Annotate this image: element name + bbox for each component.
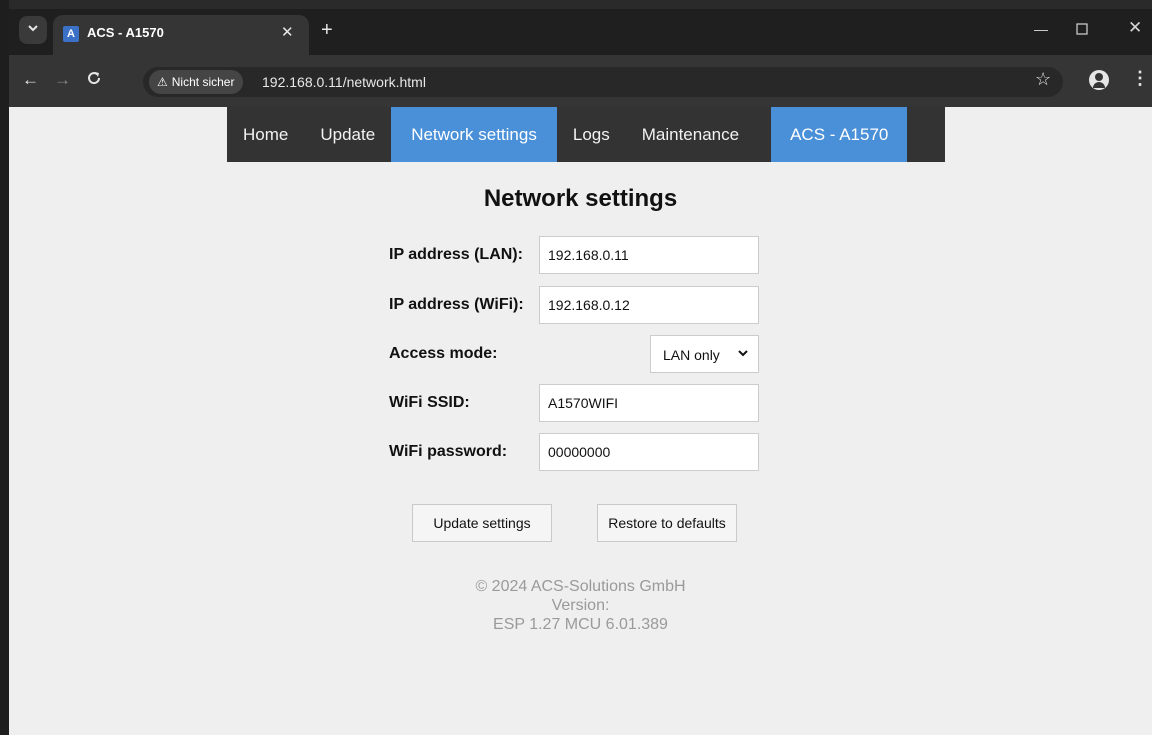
version-label: Version: (551, 597, 610, 614)
wifi-ssid-row: WiFi SSID: (389, 384, 761, 422)
security-chip[interactable]: ⚠ Nicht sicher (149, 70, 244, 94)
chevron-down-icon (737, 346, 749, 362)
ip-lan-label: IP address (LAN): (389, 246, 523, 263)
warning-icon: ⚠ (157, 75, 168, 89)
restore-defaults-button[interactable]: Restore to defaults (597, 504, 737, 542)
version-value: ESP 1.27 MCU 6.01.389 (493, 616, 668, 633)
chevron-down-icon (27, 21, 39, 39)
close-icon[interactable]: ✕ (281, 23, 294, 41)
profile-icon[interactable] (1089, 70, 1109, 90)
update-settings-button[interactable]: Update settings (412, 504, 552, 542)
security-label: Nicht sicher (171, 75, 235, 89)
access-mode-row: Access mode: LAN only (389, 335, 761, 373)
minimize-icon[interactable]: — (1034, 21, 1048, 37)
nav-home[interactable]: Home (227, 107, 304, 162)
page-title: Network settings (483, 185, 678, 212)
back-arrow-icon[interactable]: ← (22, 70, 39, 90)
wifi-password-row: WiFi password: (389, 433, 761, 471)
reload-icon[interactable] (86, 70, 102, 91)
page-viewport: Home Update Network settings Logs Mainte… (9, 107, 1152, 735)
browser-toolbar: ← → ⚠ Nicht sicher 192.168.0.11/network.… (9, 55, 1152, 107)
tab-title: ACS - A1570 (87, 25, 164, 40)
access-mode-label: Access mode: (389, 345, 498, 362)
nav-network-settings[interactable]: Network settings (391, 107, 557, 162)
plus-icon[interactable]: + (321, 19, 333, 42)
wifi-ssid-label: WiFi SSID: (389, 394, 470, 411)
nav-update[interactable]: Update (304, 107, 391, 162)
nav-brand[interactable]: ACS - A1570 (771, 107, 908, 162)
tab-search-button[interactable] (19, 16, 47, 44)
copyright-text: © 2024 ACS-Solutions GmbH (475, 578, 686, 595)
nav-logs[interactable]: Logs (557, 107, 626, 162)
forward-arrow-icon[interactable]: → (54, 70, 71, 90)
address-bar[interactable]: ⚠ Nicht sicher 192.168.0.11/network.html (143, 67, 1063, 97)
favicon-icon: A (63, 26, 79, 42)
url-text[interactable]: 192.168.0.11/network.html (262, 74, 426, 90)
access-mode-value: LAN only (663, 347, 720, 363)
ip-wifi-input[interactable] (539, 286, 759, 324)
wifi-password-input[interactable] (539, 433, 759, 471)
top-navigation: Home Update Network settings Logs Mainte… (227, 107, 945, 162)
tab-strip: A ACS - A1570 ✕ + — ✕ (9, 9, 1152, 55)
ip-wifi-label: IP address (WiFi): (389, 296, 524, 313)
window-close-icon[interactable]: ✕ (1128, 18, 1142, 38)
star-icon[interactable]: ☆ (1035, 69, 1051, 90)
kebab-menu-icon[interactable]: ⋮ (1131, 68, 1149, 89)
ip-lan-row: IP address (LAN): (389, 236, 761, 274)
access-mode-select[interactable]: LAN only (650, 335, 759, 373)
wifi-password-label: WiFi password: (389, 443, 508, 460)
window-frame (0, 0, 9, 735)
wifi-ssid-input[interactable] (539, 384, 759, 422)
browser-tab[interactable]: A ACS - A1570 ✕ (53, 15, 309, 55)
footer: © 2024 ACS-Solutions GmbH Version: ESP 1… (9, 577, 1152, 634)
maximize-icon[interactable] (1076, 17, 1088, 38)
ip-wifi-row: IP address (WiFi): (389, 286, 761, 324)
nav-maintenance[interactable]: Maintenance (626, 107, 755, 162)
ip-lan-input[interactable] (539, 236, 759, 274)
